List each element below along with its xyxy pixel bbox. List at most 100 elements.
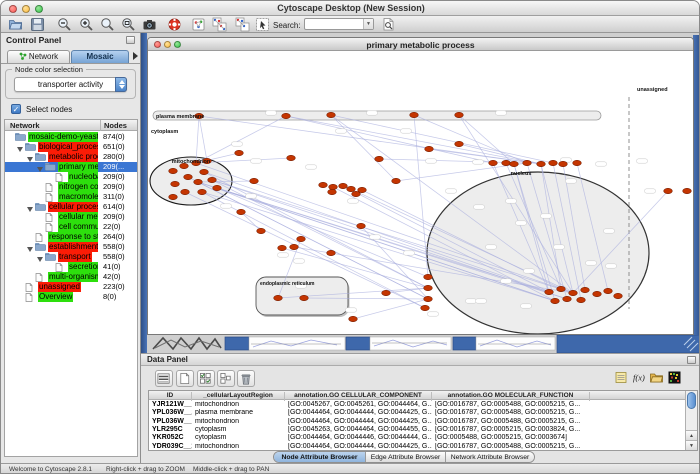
function-icon[interactable]: f(x) — [632, 370, 648, 386]
table-cell[interactable]: mitochondrion — [192, 443, 285, 451]
tab-mosaic[interactable]: Mosaic — [71, 50, 129, 63]
save-session-icon[interactable] — [30, 17, 45, 32]
tab-network-attribute-browser[interactable]: Network Attribute Browser — [446, 452, 534, 462]
float-panel-icon[interactable] — [126, 36, 135, 44]
table-row[interactable]: YJR121W__1mitochondrion[GO:0045267, GO:0… — [149, 401, 685, 409]
table-cell[interactable]: [GO:0045263, GO:0044464, GO:0044455, G..… — [285, 426, 432, 434]
scroll-down-icon[interactable]: ▼ — [686, 440, 697, 450]
network-node — [545, 289, 554, 294]
data-panel-title: Data Panel — [147, 355, 188, 364]
notes-icon[interactable] — [614, 370, 630, 386]
table-cell[interactable]: cytoplasm — [192, 434, 285, 442]
search-input[interactable]: ▼ — [304, 18, 374, 30]
table-cell[interactable]: [GO:0016787, GO:0005215, GO:0003824, G..… — [432, 426, 590, 434]
zoom-out-icon[interactable] — [57, 17, 72, 32]
zoom-fit-icon[interactable] — [121, 17, 136, 32]
table-scrollbar[interactable]: ▲ ▼ — [685, 391, 697, 450]
advanced-search-icon[interactable] — [381, 17, 396, 32]
zoom-in-icon[interactable] — [79, 17, 94, 32]
tree-row[interactable]: biological_process651(0) — [5, 142, 137, 152]
table-cell[interactable]: [GO:0044464, GO:0044444, GO:0044425, G..… — [285, 418, 432, 426]
combo-stepper-icon[interactable] — [115, 77, 127, 92]
tree-row[interactable]: cellular process614(0) — [5, 202, 137, 212]
table-cell[interactable]: mitochondrion — [192, 401, 285, 409]
select-mode-icon[interactable] — [255, 17, 270, 32]
tree-row[interactable]: response to stimulu264(0) — [5, 232, 137, 242]
tree-row[interactable]: unassigned223(0) — [5, 282, 137, 292]
table-row[interactable]: YKR052Ccytoplasm[GO:0044464, GO:0044446,… — [149, 434, 685, 442]
table-cell[interactable]: [GO:0016787, GO:0005488, GO:0005215, G..… — [432, 409, 590, 417]
table-cell[interactable]: [GO:0044464, GO:0044444, GO:0044425, G..… — [285, 409, 432, 417]
tree-header[interactable]: Network Nodes — [5, 120, 137, 131]
table-row[interactable]: YPL036W__2plasma membrane[GO:0044464, GO… — [149, 409, 685, 417]
network-view-titlebar[interactable]: primary metabolic process — [148, 38, 693, 51]
trash-icon[interactable] — [237, 370, 255, 387]
tree-row[interactable]: primary metabol209(... — [5, 162, 137, 172]
node-color-combo[interactable]: transporter activity — [14, 77, 127, 92]
new-attribute-icon[interactable] — [176, 370, 194, 387]
table-rows-icon[interactable] — [155, 370, 173, 387]
table-cell[interactable]: [GO:0044464, GO:0044446, GO:0044444, G..… — [285, 434, 432, 442]
tree-row[interactable]: establishment of lo558(0) — [5, 242, 137, 252]
tab-network[interactable]: Network — [7, 50, 70, 63]
table-cell[interactable]: [GO:0016787, GO:0005488, GO:0005215, G..… — [432, 418, 590, 426]
float-data-panel-icon[interactable] — [687, 356, 696, 364]
import-attributes-icon[interactable] — [649, 370, 665, 386]
snapshot-icon[interactable] — [142, 17, 157, 32]
table-cell[interactable]: cytoplasm — [192, 426, 285, 434]
table-cell[interactable]: [GO:0045267, GO:0045261, GO:0044464, G..… — [285, 401, 432, 409]
tab-edge-attribute-browser[interactable]: Edge Attribute Browser — [366, 452, 446, 462]
attribute-select-icon[interactable] — [197, 370, 215, 387]
table-cell[interactable]: [GO:0016787, GO:0005488, GO:0005215, G..… — [432, 443, 590, 451]
network-overlay-b-icon[interactable] — [235, 17, 250, 32]
tree-row[interactable]: mosaic-demo-yeast874(0) — [5, 132, 137, 142]
table-row[interactable]: YLR295Ccytoplasm[GO:0045263, GO:0044464,… — [149, 426, 685, 434]
tree-row[interactable]: cell communicat22(0) — [5, 222, 137, 232]
network-canvas[interactable]: plasma membranecytoplasmmitochondrionnuc… — [148, 51, 693, 334]
tab-overflow-icon[interactable] — [133, 52, 138, 60]
table-row[interactable]: YDR039C__1mitochondrion[GO:0044464, GO:0… — [149, 443, 685, 451]
tree-row[interactable]: macromolecule311(0) — [5, 192, 137, 202]
network-tab-icon — [19, 52, 27, 60]
search-dropdown-icon[interactable]: ▼ — [363, 19, 373, 29]
table-cell[interactable]: YLR295C — [149, 426, 192, 434]
table-cell[interactable]: YPL036W__1 — [149, 418, 192, 426]
table-cell[interactable]: plasma membrane — [192, 409, 285, 417]
open-session-icon[interactable] — [8, 17, 23, 32]
network-node — [683, 188, 692, 193]
tree-row[interactable]: secretion41(0) — [5, 262, 137, 272]
attribute-matrix-icon[interactable] — [217, 370, 235, 387]
network-view-window[interactable]: primary metabolic process plasma membran… — [147, 37, 694, 335]
select-nodes-checkbox[interactable]: ✓ — [11, 104, 21, 114]
tab-node-attribute-browser[interactable]: Node Attribute Browser — [274, 452, 366, 462]
tree-row[interactable]: nitrogen compo209(0) — [5, 182, 137, 192]
scroll-up-icon[interactable]: ▲ — [686, 430, 697, 440]
scrollbar-thumb[interactable] — [687, 392, 696, 409]
table-cell[interactable]: YKR052C — [149, 434, 192, 442]
window-titlebar[interactable]: Cytoscape Desktop (New Session) — [1, 1, 700, 16]
attribute-table-header[interactable]: ID _cellularLayoutRegion annotation.GO C… — [149, 391, 685, 400]
network-desktop: primary metabolic process plasma membran… — [141, 33, 700, 353]
tree-row[interactable]: cellular metabol209(0) — [5, 212, 137, 222]
tree-row[interactable]: multi-organism pro42(0) — [5, 272, 137, 282]
advanced-search-icon — [381, 17, 396, 32]
tree-row[interactable]: nucleobase-209(0) — [5, 172, 137, 182]
table-cell[interactable]: [GO:0005488, GO:0005215, GO:0003674] — [432, 434, 590, 442]
table-cell[interactable]: mitochondrion — [192, 418, 285, 426]
table-cell[interactable]: YDR039C__1 — [149, 443, 192, 451]
table-cell[interactable]: YPL036W__2 — [149, 409, 192, 417]
node-color-selection-group: Node color selection transporter activit… — [5, 69, 136, 99]
tree-row[interactable]: transport558(0) — [5, 252, 137, 262]
tree-row[interactable]: Overview8(0) — [5, 292, 137, 302]
table-row[interactable]: YPL036W__1mitochondrion[GO:0044464, GO:0… — [149, 418, 685, 426]
annotation-icon[interactable] — [191, 17, 206, 32]
table-cell[interactable]: [GO:0044464, GO:0044444, GO:0044425, G..… — [285, 443, 432, 451]
tree-row[interactable]: metabolic process280(0) — [5, 152, 137, 162]
table-cell[interactable]: YJR121W__1 — [149, 401, 192, 409]
table-cell[interactable]: [GO:0016787, GO:0005488, GO:0005215, G..… — [432, 401, 590, 409]
heatmap-icon[interactable] — [667, 370, 683, 386]
help-icon[interactable] — [167, 17, 182, 32]
network-overlay-a-icon[interactable] — [212, 17, 227, 32]
minimized-windows-strip[interactable] — [141, 335, 700, 353]
zoom-selected-icon[interactable] — [100, 17, 115, 32]
